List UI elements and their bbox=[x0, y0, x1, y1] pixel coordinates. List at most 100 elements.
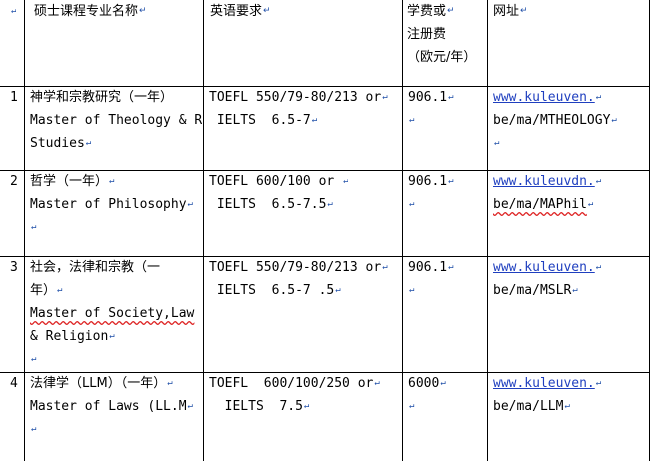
paragraph-mark: ↵ bbox=[494, 138, 500, 148]
fee-cell: 906.1↵ ↵ bbox=[408, 86, 454, 132]
row-num: 2 bbox=[10, 170, 18, 193]
ielts-requirement: IELTS 6.5-7.5 bbox=[209, 197, 327, 212]
paragraph-mark: ↵ bbox=[187, 401, 193, 411]
paragraph-mark: ↵ bbox=[448, 262, 454, 272]
paragraph-mark: ↵ bbox=[31, 354, 37, 364]
paragraph-mark: ↵ bbox=[447, 6, 455, 16]
row-num-label: 2 bbox=[10, 174, 18, 189]
paragraph-mark: ↵ bbox=[167, 378, 173, 388]
paragraph-mark: ↵ bbox=[187, 199, 193, 209]
header-program: 硕士课程专业名称↵ bbox=[34, 0, 147, 23]
program-name-en: Master of Theology & Re bbox=[30, 113, 202, 128]
program-name: 神学和宗教研究（一年） Master of Theology & Re Stud… bbox=[30, 86, 202, 155]
paragraph-mark: ↵ bbox=[448, 176, 454, 186]
row-num-label: 1 bbox=[10, 90, 18, 105]
ielts-requirement: IELTS 6.5-7 bbox=[209, 113, 311, 128]
paragraph-mark: ↵ bbox=[374, 378, 380, 388]
paragraph-mark: ↵ bbox=[595, 378, 602, 388]
header-fee-line: 注册费 bbox=[407, 27, 447, 42]
program-link-path: be/ma/MTHEOLOGY bbox=[493, 113, 611, 128]
program-link-path: be/ma/MAPhil bbox=[493, 197, 587, 212]
column-divider bbox=[24, 0, 25, 461]
header-fee: 学费或↵ 注册费 （欧元/年） bbox=[407, 0, 476, 69]
paragraph-mark: ↵ bbox=[31, 424, 37, 434]
toefl-requirement: TOEFL 550/79-80/213 or bbox=[209, 260, 382, 275]
paragraph-mark: ↵ bbox=[11, 6, 17, 16]
paragraph-mark: ↵ bbox=[409, 115, 415, 125]
toefl-requirement: TOEFL 600/100 or bbox=[209, 174, 343, 189]
program-link[interactable]: www.kuleuven. bbox=[493, 260, 595, 275]
paragraph-mark: ↵ bbox=[409, 401, 415, 411]
header-english-label: 英语要求 bbox=[210, 4, 263, 19]
paragraph-mark: ↵ bbox=[572, 285, 578, 295]
paragraph-mark: ↵ bbox=[303, 401, 310, 411]
header-num-cell: ↵ bbox=[10, 0, 16, 23]
document-table: ↵ 硕士课程专业名称↵ 英语要求↵ 学费或↵ 注册费 （欧元/年） 网址↵ 1 … bbox=[0, 0, 650, 461]
row-num: 3 bbox=[10, 256, 18, 279]
ielts-requirement: IELTS 6.5-7 .5 bbox=[209, 283, 335, 298]
program-name-cn: 社会，法律和宗教（一 bbox=[30, 260, 161, 275]
program-name-cn: 神学和宗教研究（一年） bbox=[30, 90, 174, 105]
program-link[interactable]: www.kuleuven. bbox=[493, 376, 595, 391]
paragraph-mark: ↵ bbox=[587, 199, 594, 209]
program-name-cn: 年） bbox=[30, 283, 57, 298]
program-name: 社会，法律和宗教（一 年）↵ Master of Society,Law & R… bbox=[30, 256, 202, 371]
program-link-path: be/ma/MSLR bbox=[493, 283, 572, 298]
english-requirement: TOEFL 550/79-80/213 or↵ IELTS 6.5-7 .5↵ bbox=[209, 256, 388, 302]
fee-value: 6000 bbox=[408, 376, 440, 391]
english-requirement: TOEFL 600/100 or ↵ IELTS 6.5-7.5↵ bbox=[209, 170, 348, 216]
paragraph-mark: ↵ bbox=[595, 262, 602, 272]
program-name-cn: 法律学（LLM）（一年） bbox=[30, 376, 167, 391]
paragraph-mark: ↵ bbox=[311, 115, 318, 125]
paragraph-mark: ↵ bbox=[611, 115, 617, 125]
program-name-en: Master of Philosophy bbox=[30, 197, 187, 212]
paragraph-mark: ↵ bbox=[109, 331, 115, 341]
paragraph-mark: ↵ bbox=[109, 176, 115, 186]
fee-value: 906.1 bbox=[408, 90, 448, 105]
english-requirement: TOEFL 550/79-80/213 or↵ IELTS 6.5-7↵ bbox=[209, 86, 388, 132]
url-cell: www.kuleuven.↵ be/ma/MTHEOLOGY↵ ↵ bbox=[493, 86, 617, 155]
toefl-requirement: TOEFL 600/100/250 or bbox=[209, 376, 374, 391]
paragraph-mark: ↵ bbox=[343, 176, 349, 186]
program-name-en: & Religion bbox=[30, 329, 109, 344]
program-name-en: Master of Society,Law bbox=[30, 306, 195, 321]
program-link[interactable]: www.kuleuven. bbox=[493, 90, 595, 105]
row-num: 4 bbox=[10, 372, 18, 395]
paragraph-mark: ↵ bbox=[382, 262, 388, 272]
header-url-label: 网址 bbox=[493, 4, 520, 19]
row-num-label: 4 bbox=[10, 376, 18, 391]
program-name: 哲学（一年）↵ Master of Philosophy↵ ↵ bbox=[30, 170, 202, 239]
url-cell: www.kuleuven.↵ be/ma/LLM↵ bbox=[493, 372, 601, 418]
paragraph-mark: ↵ bbox=[327, 199, 333, 209]
english-requirement: TOEFL 600/100/250 or↵ IELTS 7.5↵ bbox=[209, 372, 380, 418]
program-link[interactable]: www.kuleuvdn. bbox=[493, 174, 595, 189]
fee-cell: 906.1↵ ↵ bbox=[408, 256, 454, 302]
fee-cell: 906.1↵ ↵ bbox=[408, 170, 454, 216]
header-fee-line: 学费或 bbox=[407, 4, 447, 19]
url-cell: www.kuleuven.↵ be/ma/MSLR↵ bbox=[493, 256, 601, 302]
header-english: 英语要求↵ bbox=[210, 0, 271, 23]
program-name-en: Studies bbox=[30, 136, 85, 151]
paragraph-mark: ↵ bbox=[409, 199, 415, 209]
paragraph-mark: ↵ bbox=[595, 176, 602, 186]
column-divider bbox=[487, 0, 488, 461]
program-name: 法律学（LLM）（一年）↵ Master of Laws (LL.M↵ ↵ bbox=[30, 372, 202, 441]
fee-value: 906.1 bbox=[408, 174, 448, 189]
paragraph-mark: ↵ bbox=[409, 285, 415, 295]
paragraph-mark: ↵ bbox=[520, 6, 528, 16]
paragraph-mark: ↵ bbox=[139, 6, 147, 16]
column-divider bbox=[203, 0, 204, 461]
fee-cell: 6000↵ ↵ bbox=[408, 372, 446, 418]
paragraph-mark: ↵ bbox=[382, 92, 388, 102]
fee-value: 906.1 bbox=[408, 260, 448, 275]
program-name-cn: 哲学（一年） bbox=[30, 174, 109, 189]
paragraph-mark: ↵ bbox=[595, 92, 602, 102]
toefl-requirement: TOEFL 550/79-80/213 or bbox=[209, 90, 382, 105]
column-divider bbox=[402, 0, 403, 461]
ielts-requirement: IELTS 7.5 bbox=[209, 399, 303, 414]
url-cell: www.kuleuvdn.↵ be/ma/MAPhil↵ bbox=[493, 170, 601, 216]
paragraph-mark: ↵ bbox=[335, 285, 341, 295]
paragraph-mark: ↵ bbox=[57, 285, 63, 295]
paragraph-mark: ↵ bbox=[440, 378, 446, 388]
paragraph-mark: ↵ bbox=[31, 222, 37, 232]
